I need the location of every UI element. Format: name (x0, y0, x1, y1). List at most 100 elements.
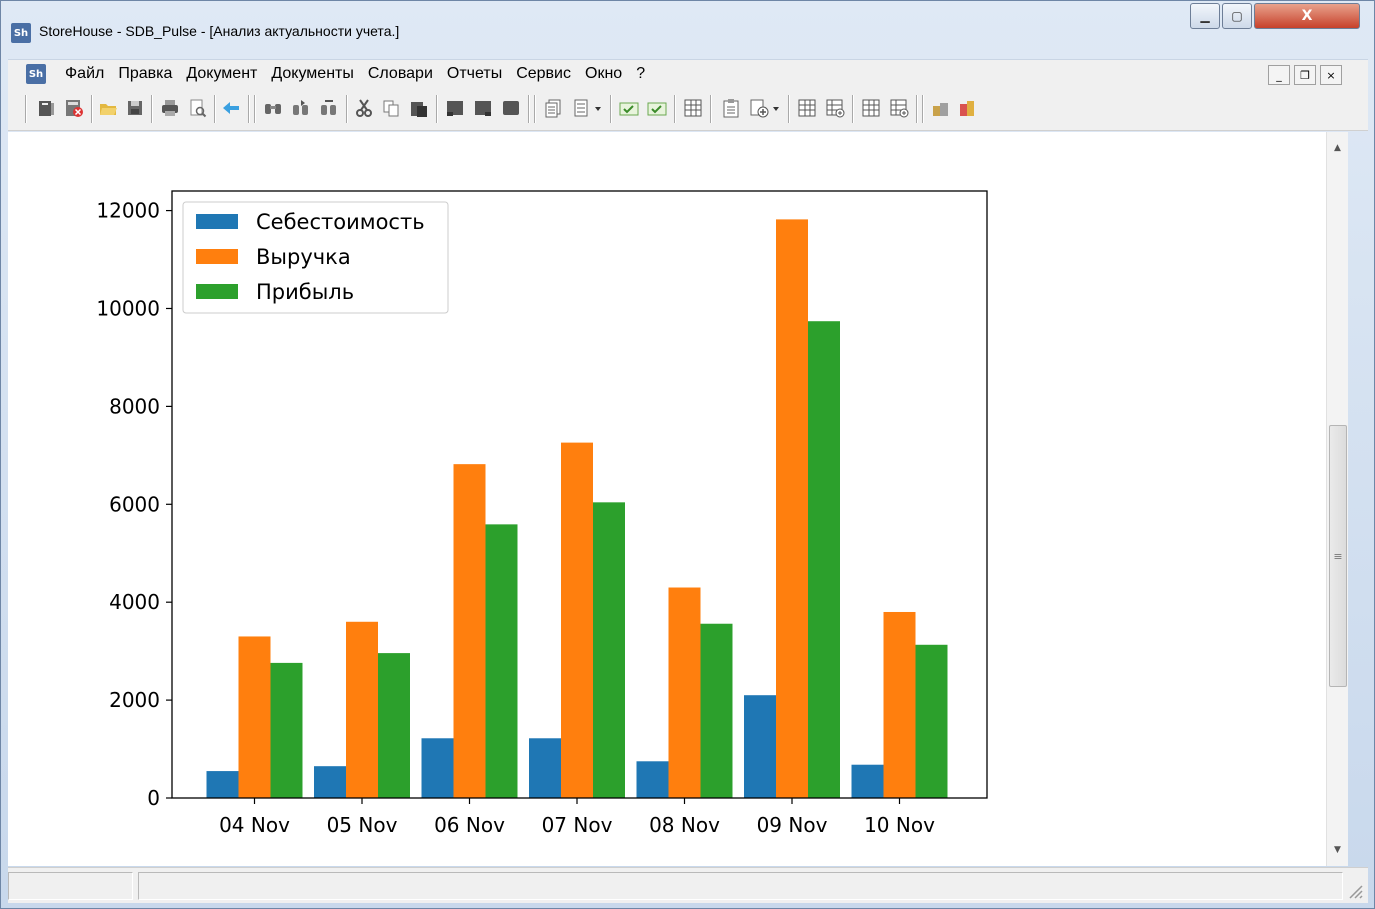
paste-icon[interactable] (408, 96, 430, 120)
x-tick-label: 08 Nov (649, 813, 720, 837)
toolbar-separator (254, 95, 256, 123)
y-tick-label: 0 (147, 786, 160, 810)
x-tick-label: 05 Nov (327, 813, 398, 837)
block-3-icon[interactable] (500, 96, 522, 120)
document-system-menu-icon[interactable]: Sh (26, 64, 46, 84)
document-dropdown-icon[interactable] (592, 96, 604, 120)
block-1-icon[interactable] (444, 96, 466, 120)
chart-area: 0 2000 4000 6000 8000 10000 12000 04 Nov 05 Nov 0… (8, 132, 1326, 866)
menu-documents[interactable]: Документы (264, 60, 360, 88)
check-green-2-icon[interactable] (646, 96, 668, 120)
resize-grip-icon[interactable] (1346, 882, 1364, 900)
y-tick-label: 12000 (96, 199, 160, 223)
mdi-minimize-button[interactable]: _ (1268, 65, 1290, 85)
menu-file[interactable]: Файл (58, 60, 111, 88)
menu-help[interactable]: ? (629, 60, 652, 88)
x-tick-label: 10 Nov (864, 813, 935, 837)
toolbar-separator (436, 95, 438, 123)
toolbar-separator (214, 95, 216, 123)
legend-swatch (196, 249, 238, 264)
app-window: Sh StoreHouse - SDB_Pulse - [Анализ акту… (0, 0, 1375, 909)
find-icon[interactable] (262, 96, 284, 120)
bar (561, 442, 593, 798)
toolbar-separator (346, 95, 348, 123)
bar (700, 623, 733, 798)
menu-reports[interactable]: Отчеты (440, 60, 509, 88)
documents-icon[interactable] (542, 96, 564, 120)
clipboard-icon[interactable] (720, 96, 742, 120)
bar (915, 644, 948, 798)
bar (668, 587, 701, 798)
grid-add-1-icon[interactable] (824, 96, 846, 120)
y-tick-label: 10000 (96, 296, 160, 320)
bar (808, 321, 840, 798)
menu-dictionaries[interactable]: Словари (361, 60, 440, 88)
print-icon[interactable] (159, 96, 181, 120)
vertical-scrollbar[interactable]: ▲ ≡ ▼ (1326, 132, 1348, 866)
bar (238, 636, 271, 798)
journal-icon[interactable] (35, 96, 57, 120)
bar (883, 611, 916, 798)
toolbar (8, 87, 1368, 131)
grid-1-icon[interactable] (796, 96, 818, 120)
toolbar-separator (248, 95, 250, 123)
close-button[interactable]: X (1254, 3, 1360, 29)
legend-swatch (196, 214, 238, 229)
toolbar-separator (922, 95, 924, 123)
replace-icon[interactable] (318, 96, 340, 120)
back-arrow-icon[interactable] (220, 96, 242, 120)
toolbar-separator (852, 95, 854, 123)
bar (851, 764, 884, 798)
scroll-down-button[interactable]: ▼ (1327, 840, 1348, 860)
bar (636, 761, 669, 798)
menu-bar: Sh Файл Правка Документ Документы Словар… (8, 59, 1368, 87)
bar (378, 653, 410, 798)
toolbar-separator (528, 95, 530, 123)
print-preview-icon[interactable] (187, 96, 209, 120)
menu-items: Файл Правка Документ Документы Словари О… (58, 60, 652, 88)
table-icon[interactable] (682, 96, 704, 120)
bar (453, 464, 486, 798)
menu-document[interactable]: Документ (179, 60, 264, 88)
grid-2-icon[interactable] (860, 96, 882, 120)
menu-service[interactable]: Сервис (509, 60, 578, 88)
bar (593, 502, 625, 798)
toolbar-separator (916, 95, 918, 123)
block-2-icon[interactable] (472, 96, 494, 120)
status-pane-left (8, 872, 133, 900)
open-folder-icon[interactable] (97, 96, 119, 120)
scroll-thumb[interactable]: ≡ (1329, 425, 1347, 687)
window-title: StoreHouse - SDB_Pulse - [Анализ актуаль… (39, 23, 400, 39)
mdi-close-button[interactable]: × (1320, 65, 1342, 85)
y-tick-label: 2000 (109, 688, 160, 712)
scroll-up-button[interactable]: ▲ (1327, 138, 1348, 158)
y-tick-label: 6000 (109, 492, 160, 516)
grid-add-2-icon[interactable] (888, 96, 910, 120)
add-dropdown-icon[interactable] (770, 96, 782, 120)
app-logo-icon: Sh (11, 23, 31, 43)
toolbar-separator (610, 95, 612, 123)
x-tick-label: 04 Nov (219, 813, 290, 837)
close-document-icon[interactable] (63, 96, 85, 120)
toolbar-separator (534, 95, 536, 123)
minimize-button[interactable]: ▁ (1190, 3, 1220, 29)
document-list-icon[interactable] (570, 96, 592, 120)
menu-edit[interactable]: Правка (111, 60, 179, 88)
toolbar-separator (91, 95, 93, 123)
check-green-1-icon[interactable] (618, 96, 640, 120)
copy-icon[interactable] (380, 96, 402, 120)
mdi-restore-button[interactable]: ❐ (1294, 65, 1316, 85)
warehouse-icon[interactable] (930, 96, 952, 120)
bar (485, 524, 518, 798)
cut-icon[interactable] (353, 96, 375, 120)
menu-window[interactable]: Окно (578, 60, 629, 88)
find-next-icon[interactable] (290, 96, 312, 120)
goods-icon[interactable] (956, 96, 978, 120)
save-icon[interactable] (124, 96, 146, 120)
legend-label: Прибыль (256, 280, 354, 304)
bar (270, 662, 303, 798)
maximize-button[interactable]: ▢ (1222, 3, 1252, 29)
title-bar[interactable]: Sh StoreHouse - SDB_Pulse - [Анализ акту… (1, 1, 1374, 59)
add-document-icon[interactable] (748, 96, 770, 120)
bar (776, 219, 808, 798)
